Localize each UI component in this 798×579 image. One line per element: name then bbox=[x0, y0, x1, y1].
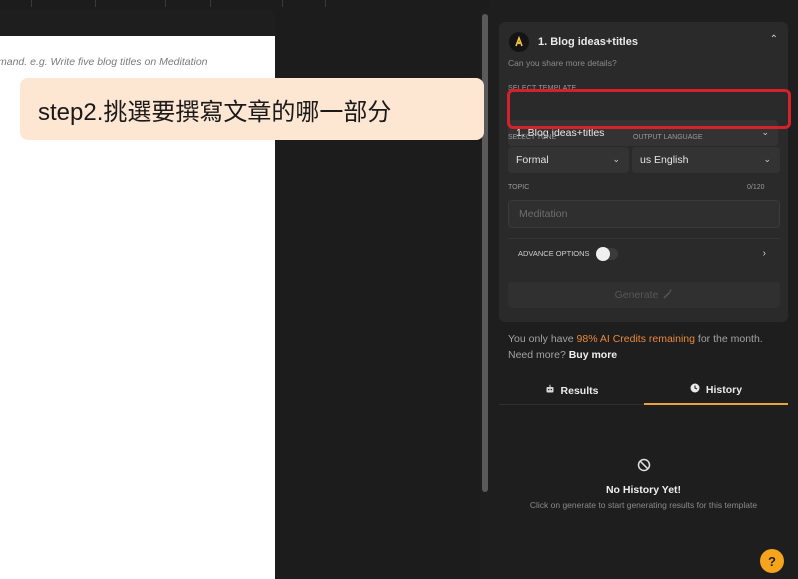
robot-icon bbox=[545, 384, 555, 397]
empty-history-subtitle: Click on generate to start generating re… bbox=[529, 500, 758, 510]
buy-more-link[interactable]: Buy more bbox=[569, 349, 617, 361]
empty-history-icon bbox=[637, 458, 651, 475]
chevron-down-icon: ⌄ bbox=[612, 154, 620, 164]
tone-select[interactable]: Formal ⌄ bbox=[508, 147, 629, 173]
output-language-label: OUTPUT LANGUAGE bbox=[633, 134, 703, 141]
toolbar-button[interactable] bbox=[60, 0, 96, 7]
chevron-up-icon[interactable]: ⌃ bbox=[770, 34, 778, 45]
chevron-right-icon[interactable]: › bbox=[763, 248, 766, 259]
step-callout: step2.挑選要撰寫文章的哪一部分 bbox=[20, 78, 484, 140]
tab-history-label: History bbox=[705, 383, 743, 396]
toolbar-button[interactable] bbox=[290, 0, 326, 7]
editor-placeholder[interactable]: mand. e.g. Write five blog titles on Med… bbox=[0, 56, 208, 68]
advance-options-toggle[interactable] bbox=[595, 246, 618, 261]
toolbar-button[interactable] bbox=[245, 0, 283, 7]
magic-wand-icon bbox=[663, 289, 673, 302]
results-tabs: Results History bbox=[499, 376, 788, 405]
toolbar-button[interactable] bbox=[130, 0, 166, 7]
credits-prefix: You only have bbox=[508, 333, 577, 345]
chevron-down-icon: ⌄ bbox=[763, 154, 771, 164]
credits-notice: You only have 98% AI Credits remaining f… bbox=[508, 331, 778, 363]
advance-options-row[interactable]: ADVANCE OPTIONS › bbox=[508, 238, 780, 268]
tab-results-label: Results bbox=[560, 384, 599, 397]
toggle-knob bbox=[595, 246, 610, 261]
tone-select-value: Formal bbox=[516, 154, 549, 166]
generate-button[interactable]: Generate bbox=[508, 282, 780, 308]
template-title: 1. Blog ideas+titles bbox=[538, 36, 638, 48]
advance-options-label: ADVANCE OPTIONS bbox=[518, 249, 590, 258]
language-select[interactable]: us English ⌄ bbox=[632, 147, 780, 173]
template-header[interactable]: 1. Blog ideas+titles bbox=[509, 32, 638, 52]
topic-label: TOPIC bbox=[508, 184, 530, 191]
credits-highlight: 98% AI Credits remaining bbox=[576, 333, 695, 345]
language-select-value: us English bbox=[640, 154, 689, 166]
template-subtitle: Can you share more details? bbox=[508, 58, 617, 68]
help-button[interactable]: ? bbox=[760, 549, 784, 573]
empty-history-title: No History Yet! bbox=[605, 484, 682, 496]
tab-results[interactable]: Results bbox=[499, 376, 644, 405]
toolbar-button[interactable] bbox=[175, 0, 211, 7]
highlight-box bbox=[507, 89, 791, 129]
clock-icon bbox=[690, 383, 700, 396]
toolbar-button[interactable] bbox=[20, 0, 32, 7]
app-root: mand. e.g. Write five blog titles on Med… bbox=[0, 0, 798, 579]
generate-label: Generate bbox=[614, 289, 659, 301]
tab-history[interactable]: History bbox=[644, 376, 788, 405]
topic-counter: 0/120 bbox=[747, 184, 765, 191]
template-card: 1. Blog ideas+titles ⌃ Can you share mor… bbox=[499, 22, 788, 322]
topic-input[interactable]: Meditation bbox=[508, 200, 780, 228]
select-tone-label: SELECT TONE bbox=[508, 134, 557, 141]
template-logo-icon bbox=[509, 32, 529, 52]
